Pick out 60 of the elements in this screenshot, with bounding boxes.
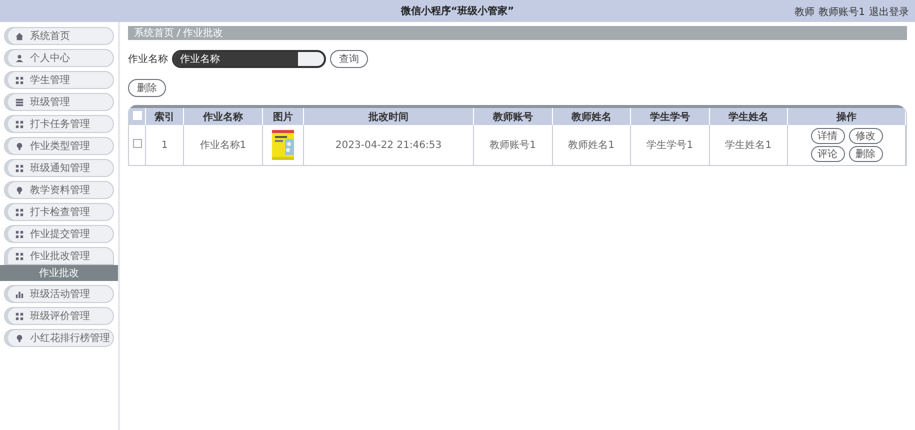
sidebar-item[interactable]: 个人中心 [4,49,114,67]
column-header: 图片 [262,106,304,125]
grid-icon [15,120,24,128]
table-cell: 学生学号1 [646,140,694,151]
sidebar-item[interactable]: 作业批改管理 [4,247,114,265]
column-header: 教师账号 [474,106,552,125]
sidebar-item[interactable]: 学生管理 [4,71,114,89]
column-header: 作业名称 [184,106,262,125]
grid-icon [15,252,24,260]
pin-icon [15,334,24,342]
grid-icon [15,164,24,172]
table-cell: 教师账号1 [490,140,536,151]
select-all-checkbox[interactable] [132,110,142,120]
grid-icon [15,230,24,238]
sidebar-subitem[interactable]: 作业批改 [0,265,118,281]
column-header: 学生姓名 [709,106,788,125]
action-button[interactable]: 删除 [848,146,883,162]
sidebar-item[interactable]: 作业提交管理 [4,225,114,243]
search-button[interactable]: 查询 [330,50,368,68]
sidebar-item[interactable]: 作业类型管理 [4,137,114,155]
sidebar-item[interactable]: 打卡检查管理 [4,203,114,221]
search-field[interactable]: 作业名称 [172,50,326,68]
sidebar-item[interactable]: 教学资料管理 [4,181,114,199]
column-header: 索引 [146,106,184,125]
list-icon [15,98,24,106]
user-name: 教师账号1 [818,6,865,19]
grid-icon [15,312,24,320]
sidebar-item[interactable]: 班级评价管理 [4,307,114,325]
bar-chart-icon [15,290,24,298]
pin-icon [15,186,24,194]
table-cell: 1 [161,140,168,150]
grid-icon [15,208,24,216]
sidebar-item[interactable]: 班级活动管理 [4,285,114,303]
column-header: 操作 [788,106,906,125]
action-button[interactable]: 详情 [810,128,845,144]
column-header: 学生学号 [630,106,710,125]
column-header: 教师姓名 [552,106,631,125]
breadcrumb-item: 作业批改 [183,26,223,40]
action-button[interactable]: 评论 [810,146,845,162]
sidebar-item[interactable]: 打卡任务管理 [4,115,114,133]
sidebar-item[interactable]: 系统首页 [4,27,114,45]
column-header: 批改时间 [304,106,474,125]
user-role: 教师 [794,6,815,19]
sidebar-item[interactable]: 班级管理 [4,93,114,111]
delete-button[interactable]: 删除 [128,79,166,97]
table-cell: 教师姓名1 [568,140,615,151]
logout-link[interactable]: 退出登录 [869,5,909,19]
person-icon [15,54,24,62]
row-checkbox[interactable] [132,139,142,148]
table-cell: 作业名称1 [200,140,246,151]
action-button[interactable]: 修改 [848,128,883,144]
pin-icon [15,142,24,150]
grid-icon [15,76,24,84]
app-title: 微信小程序“班级小管家” [400,4,514,18]
home-icon [15,32,24,40]
search-label: 作业名称 [128,52,168,66]
sidebar-item[interactable]: 小红花排行榜管理 [4,329,114,347]
sidebar-item[interactable]: 班级通知管理 [4,159,114,177]
table-cell: 学生姓名1 [725,140,772,151]
table-cell: 2023-04-22 21:46:53 [335,140,442,150]
